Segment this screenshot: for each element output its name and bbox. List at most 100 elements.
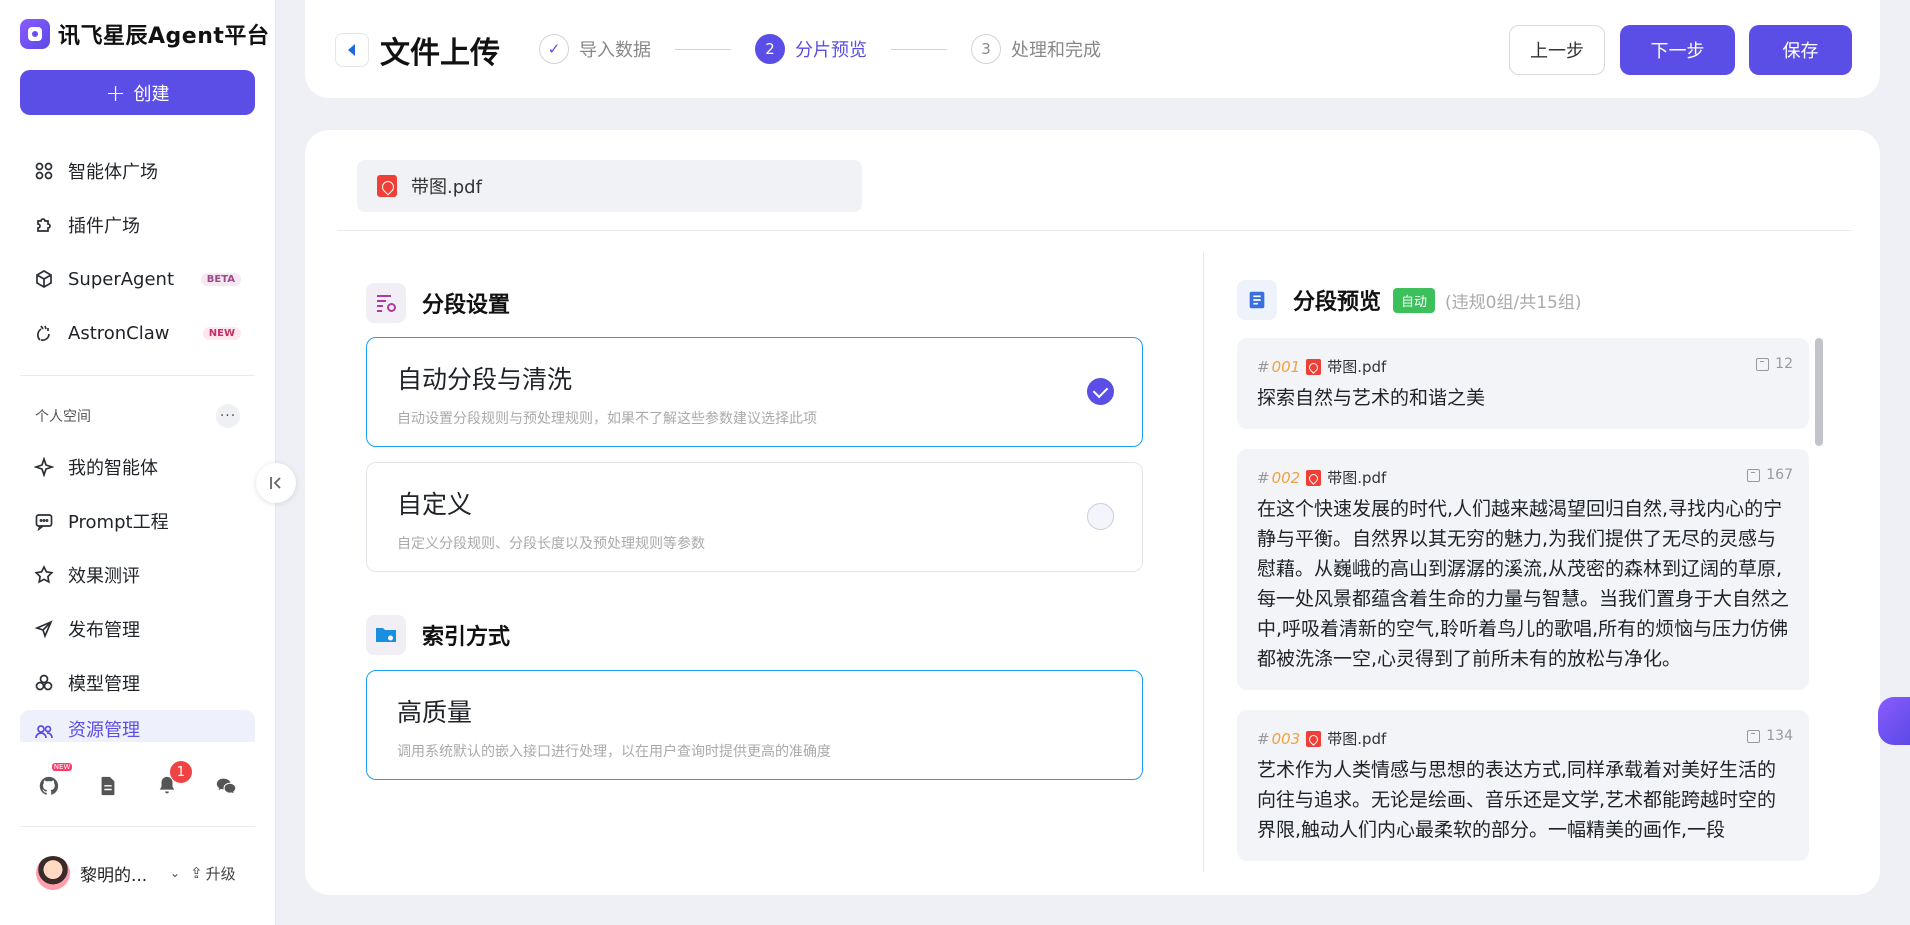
sidebar-item-evaluate[interactable]: 效果测评 — [20, 548, 255, 602]
save-button[interactable]: 保存 — [1749, 25, 1852, 75]
sparkle-icon — [34, 457, 54, 477]
sidebar-item-prompt[interactable]: Prompt工程 — [20, 494, 255, 548]
radio-unchecked-icon[interactable] — [1087, 503, 1114, 530]
send-icon — [34, 619, 54, 639]
collapse-sidebar-button[interactable] — [256, 463, 296, 503]
user-menu[interactable]: 黎明的... ⌄ ⇪ 升级 — [36, 856, 261, 890]
chunk-file: 带图.pdf — [1327, 358, 1387, 376]
option-high-quality[interactable]: 高质量 调用系统默认的嵌入接口进行处理，以在用户查询时提供更高的准确度 — [366, 670, 1143, 780]
chunk-item[interactable]: # 003 带图.pdf 134 艺术作为人类情感与思想的表达方式,同样承载着对… — [1237, 710, 1809, 861]
grid-icon — [34, 161, 54, 181]
option-title: 自定义 — [397, 490, 473, 519]
users-icon — [34, 722, 54, 742]
chunk-hash: # — [1257, 468, 1270, 487]
avatar — [36, 856, 70, 890]
pdf-icon — [1306, 469, 1322, 486]
auto-badge: 自动 — [1393, 287, 1436, 313]
chunk-meta: # 003 带图.pdf — [1257, 728, 1789, 749]
main-divider — [337, 230, 1852, 231]
text-count-icon — [1747, 729, 1761, 743]
preview-scrollbar[interactable] — [1815, 338, 1823, 446]
create-button[interactable]: + 创建 — [20, 70, 255, 115]
chunk-meta: # 002 带图.pdf — [1257, 467, 1789, 488]
column-divider — [1203, 252, 1204, 872]
sidebar-item-astronclaw[interactable]: AstronClaw NEW — [20, 306, 255, 360]
more-icon[interactable]: ··· — [216, 404, 240, 428]
sidebar-item-resources[interactable]: 资源管理 — [20, 710, 255, 742]
header: 文件上传 ✓ 导入数据 2 分片预览 3 处理和完成 上一步 下一步 保存 — [305, 0, 1880, 98]
page-title: 文件上传 — [380, 36, 500, 71]
chunk-item[interactable]: # 002 带图.pdf 167 在这个快速发展的时代,人们越来越渴望回归自然,… — [1237, 449, 1809, 690]
next-step-button[interactable]: 下一步 — [1620, 25, 1735, 75]
sidebar-item-label: 模型管理 — [68, 674, 140, 695]
sidebar-item-publish[interactable]: 发布管理 — [20, 602, 255, 656]
step-connector — [891, 48, 947, 50]
text-count-icon — [1747, 468, 1761, 482]
brand[interactable]: 讯飞星辰Agent平台 — [20, 18, 269, 50]
stepper: ✓ 导入数据 2 分片预览 3 处理和完成 — [539, 34, 1101, 64]
sidebar-item-my-agents[interactable]: 我的智能体 — [20, 440, 255, 494]
back-button[interactable] — [335, 33, 369, 67]
sidebar: 讯飞星辰Agent平台 + 创建 智能体广场 插件广场 SuperAgent B… — [0, 0, 276, 925]
assistant-float-icon[interactable] — [1878, 697, 1910, 745]
sidebar-item-label: Prompt工程 — [68, 512, 169, 533]
chunk-meta: # 001 带图.pdf — [1257, 356, 1789, 377]
wechat-icon — [216, 778, 235, 794]
sidebar-item-label: SuperAgent — [68, 268, 175, 290]
option-desc: 自动设置分段规则与预处理规则，如果不了解这些参数建议选择此项 — [397, 411, 817, 427]
github-new-badge: NEW — [51, 763, 73, 771]
option-custom-segment[interactable]: 自定义 自定义分段规则、分段长度以及预处理规则等参数 — [366, 462, 1143, 572]
chunk-char-count: 134 — [1747, 728, 1793, 744]
sidebar-item-label: 插件广场 — [68, 216, 140, 237]
notification-count: 1 — [169, 761, 192, 783]
preview-stats: (违规0组/共15组) — [1445, 292, 1582, 313]
chevron-left-icon — [347, 44, 355, 56]
docs-button[interactable] — [93, 771, 123, 801]
chunk-item[interactable]: # 001 带图.pdf 12 探索自然与艺术的和谐之美 — [1237, 338, 1809, 429]
beta-badge: BETA — [200, 272, 241, 286]
file-tab[interactable]: 带图.pdf — [357, 160, 862, 212]
prev-step-button[interactable]: 上一步 — [1509, 25, 1605, 75]
cube-icon — [34, 269, 54, 289]
step-label: 分片预览 — [795, 40, 867, 61]
chunk-list[interactable]: # 001 带图.pdf 12 探索自然与艺术的和谐之美 # 002 带图.pd… — [1237, 338, 1809, 872]
list-doc-icon — [1237, 280, 1277, 320]
chunk-count-value: 12 — [1775, 356, 1793, 372]
chunk-hash: # — [1257, 729, 1270, 748]
sidebar-item-label: 发布管理 — [68, 620, 140, 641]
sidebar-item-models[interactable]: 模型管理 — [20, 656, 255, 710]
sidebar-item-superagent[interactable]: SuperAgent BETA — [20, 252, 255, 306]
pdf-icon — [1306, 730, 1322, 747]
step-finish[interactable]: 3 处理和完成 — [971, 34, 1101, 64]
option-desc: 自定义分段规则、分段长度以及预处理规则等参数 — [397, 536, 705, 552]
upgrade-label: 升级 — [205, 864, 236, 883]
pdf-icon — [1306, 358, 1322, 375]
sidebar-item-plugin-square[interactable]: 插件广场 — [20, 198, 255, 252]
option-title: 自动分段与清洗 — [397, 365, 573, 394]
radio-checked-icon[interactable] — [1087, 378, 1114, 405]
notifications-button[interactable]: 1 — [152, 761, 192, 801]
text-count-icon — [1756, 357, 1770, 371]
github-button[interactable]: NEW — [34, 763, 73, 801]
option-auto-segment[interactable]: 自动分段与清洗 自动设置分段规则与预处理规则，如果不了解这些参数建议选择此项 — [366, 337, 1143, 447]
puzzle-icon — [34, 215, 54, 235]
upgrade-link[interactable]: ⇪ 升级 — [190, 863, 236, 884]
option-title: 高质量 — [397, 698, 473, 727]
nav-personal: 我的智能体 Prompt工程 效果测评 发布管理 模型管理 资源管理 — [20, 440, 255, 742]
user-name: 黎明的... — [80, 865, 148, 886]
chunk-file: 带图.pdf — [1327, 730, 1387, 748]
check-icon: ✓ — [539, 34, 569, 64]
chunk-number: 003 — [1271, 729, 1301, 748]
upgrade-icon: ⇪ — [190, 864, 203, 882]
chunk-number: 002 — [1271, 468, 1301, 487]
sidebar-item-agent-square[interactable]: 智能体广场 — [20, 144, 255, 198]
step-connector — [675, 48, 731, 50]
pdf-icon — [377, 175, 397, 197]
chevron-down-icon[interactable]: ⌄ — [170, 866, 180, 880]
step-import[interactable]: ✓ 导入数据 — [539, 34, 651, 64]
index-method-title: 索引方式 — [422, 625, 511, 650]
segment-settings-header: 分段设置 — [366, 283, 510, 323]
segment-settings-title: 分段设置 — [422, 293, 511, 318]
wechat-button[interactable] — [211, 771, 241, 801]
step-preview[interactable]: 2 分片预览 — [755, 34, 867, 64]
